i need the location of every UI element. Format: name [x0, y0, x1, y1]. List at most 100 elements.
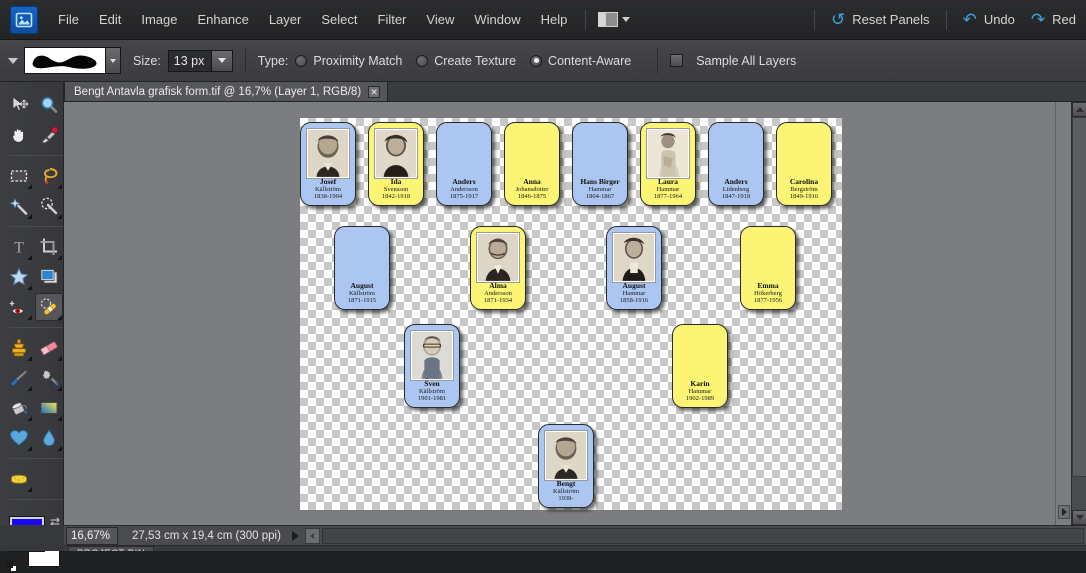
rectangular-marquee-tool[interactable]	[5, 162, 33, 190]
menu-enhance[interactable]: Enhance	[188, 8, 259, 31]
type-tool[interactable]: T	[5, 233, 33, 261]
brush-tool[interactable]	[5, 364, 33, 392]
person-names: Anna Johansdotter 1846-1875	[515, 177, 549, 200]
person-life-years: 1847-1918	[721, 192, 751, 200]
person-card[interactable]: Ida Svensson 1842-1918	[368, 122, 424, 206]
lasso-tool[interactable]	[35, 162, 63, 190]
quick-selection-tool[interactable]	[35, 192, 63, 220]
toolbox: T ⇄	[0, 82, 64, 572]
person-first-name: Karin	[690, 378, 710, 388]
options-divider-2	[657, 47, 659, 74]
reset-panels-button[interactable]: ↺ Reset Panels	[823, 7, 938, 32]
close-icon[interactable]: ✕	[368, 85, 381, 98]
clone-stamp-tool[interactable]	[5, 334, 33, 362]
menu-view[interactable]: View	[416, 8, 464, 31]
redo-arrow-icon: ↷	[1030, 10, 1046, 29]
zoom-level-input[interactable]: 16,67%	[66, 526, 118, 545]
tool-more-indicator	[27, 416, 32, 421]
move-tool[interactable]	[5, 91, 33, 119]
menu-file[interactable]: File	[48, 8, 89, 31]
person-last-name: Johansdotter	[515, 185, 549, 193]
person-last-name: Hammar	[656, 185, 680, 193]
radio-proximity-match[interactable]: Proximity Match	[295, 54, 402, 68]
person-card[interactable]: Bengt Källström 1938-	[538, 424, 594, 508]
crop-tool[interactable]	[35, 233, 63, 261]
eyedropper-tool[interactable]	[35, 121, 63, 149]
spot-healing-brush-tool[interactable]	[35, 293, 63, 321]
layout-grid-button[interactable]	[594, 10, 634, 29]
radio-content-aware[interactable]: Content-Aware	[530, 54, 631, 68]
gradient-tool[interactable]	[35, 394, 63, 422]
person-card[interactable]: Anna Johansdotter 1846-1875	[504, 122, 560, 206]
tool-more-indicator	[27, 184, 32, 189]
person-card[interactable]: Sven Källström 1901-1981	[404, 324, 460, 408]
status-menu-button[interactable]	[289, 527, 303, 545]
person-life-years: 1938-	[558, 494, 574, 502]
tool-options-bar: Size: 13 px Type: Proximity Match Create…	[0, 40, 1086, 82]
project-bin-tab[interactable]: PROJECT BIN	[68, 546, 155, 551]
custom-shape-tool[interactable]	[5, 424, 33, 452]
scroll-down-button[interactable]	[1072, 510, 1086, 525]
smart-brush-tool[interactable]	[35, 364, 63, 392]
horizontal-scroll-track[interactable]	[321, 527, 1084, 544]
person-card[interactable]: Alma Andersson 1871-1934	[470, 226, 526, 310]
sample-all-layers-checkbox[interactable]: Sample All Layers	[670, 54, 796, 68]
person-card[interactable]: Laura Hammar 1877-1964	[640, 122, 696, 206]
person-names: Laura Hammar 1877-1964	[654, 177, 682, 200]
options-expand-caret-icon[interactable]	[8, 57, 18, 64]
redo-button[interactable]: ↷ Red	[1023, 7, 1084, 32]
person-first-name: Sven	[424, 378, 440, 388]
undo-button[interactable]: ↶ Undo	[955, 7, 1023, 32]
menu-bar: File Edit Image Enhance Layer Select Fil…	[0, 0, 1086, 40]
person-names: August Källström 1871-1915	[348, 281, 376, 304]
person-first-name: Bengt	[556, 478, 576, 488]
person-names: Anders Andersson 1875-1917	[450, 177, 478, 200]
brush-dropdown-button[interactable]	[106, 47, 121, 74]
sponge-tool[interactable]	[5, 465, 33, 493]
vertical-scroll-thumb[interactable]	[1072, 117, 1086, 477]
menu-filter[interactable]: Filter	[368, 8, 417, 31]
brush-size-input[interactable]: 13 px	[167, 49, 212, 72]
eraser-tool[interactable]	[35, 334, 63, 362]
project-bin-bar[interactable]: PROJECT BIN	[64, 545, 1086, 551]
person-card[interactable]: Josef Källström 1838-1904	[300, 122, 356, 206]
zoom-tool[interactable]	[35, 91, 63, 119]
scroll-up-button[interactable]	[1072, 102, 1086, 117]
person-card[interactable]: August Hammar 1858-1916	[606, 226, 662, 310]
artboard-transparent-layer[interactable]: Josef Källström 1838-1904 Ida Svensson 1842-1…	[300, 118, 842, 510]
chevron-down-icon	[1075, 515, 1084, 520]
menu-layer[interactable]: Layer	[259, 8, 312, 31]
panel-expand-handle[interactable]	[1058, 505, 1070, 519]
menu-image[interactable]: Image	[131, 8, 187, 31]
menu-edit[interactable]: Edit	[89, 8, 131, 31]
recompose-tool[interactable]	[35, 263, 63, 291]
canvas-vertical-scrollbar[interactable]	[1071, 102, 1086, 525]
person-card[interactable]: Karin Hammar 1902-1989	[672, 324, 728, 408]
person-card[interactable]: Anders Lidenberg 1847-1918	[708, 122, 764, 206]
document-tab[interactable]: Bengt Antavla grafisk form.tif @ 16,7% (…	[64, 81, 389, 101]
scroll-left-button[interactable]	[304, 527, 320, 544]
canvas-area[interactable]: Josef Källström 1838-1904 Ida Svensson 1842-1…	[64, 102, 1071, 525]
menu-window[interactable]: Window	[464, 8, 530, 31]
brush-preview[interactable]	[24, 47, 106, 74]
person-card[interactable]: Anders Andersson 1875-1917	[436, 122, 492, 206]
menu-help[interactable]: Help	[531, 8, 578, 31]
paint-bucket-tool[interactable]	[5, 394, 33, 422]
magic-wand-tool[interactable]	[5, 192, 33, 220]
person-card[interactable]: Emma Hökerberg 1877-1956	[740, 226, 796, 310]
brush-size-dropdown-button[interactable]	[211, 49, 233, 72]
person-life-years: 1901-1981	[417, 394, 447, 402]
person-card[interactable]: Hans Birger Hammar 1804-1867	[572, 122, 628, 206]
default-colors-icon[interactable]	[6, 561, 18, 573]
radio-create-texture[interactable]: Create Texture	[416, 54, 516, 68]
person-card[interactable]: Carolina Bergström 1849-1916	[776, 122, 832, 206]
tool-more-indicator	[57, 255, 62, 260]
red-eye-removal-tool[interactable]	[5, 293, 33, 321]
menu-select[interactable]: Select	[311, 8, 367, 31]
tool-more-indicator	[57, 416, 62, 421]
hand-tool[interactable]	[5, 121, 33, 149]
cookie-cutter-tool[interactable]	[5, 263, 33, 291]
person-life-years: 1842-1918	[381, 192, 411, 200]
person-card[interactable]: August Källström 1871-1915	[334, 226, 390, 310]
blur-tool[interactable]	[35, 424, 63, 452]
